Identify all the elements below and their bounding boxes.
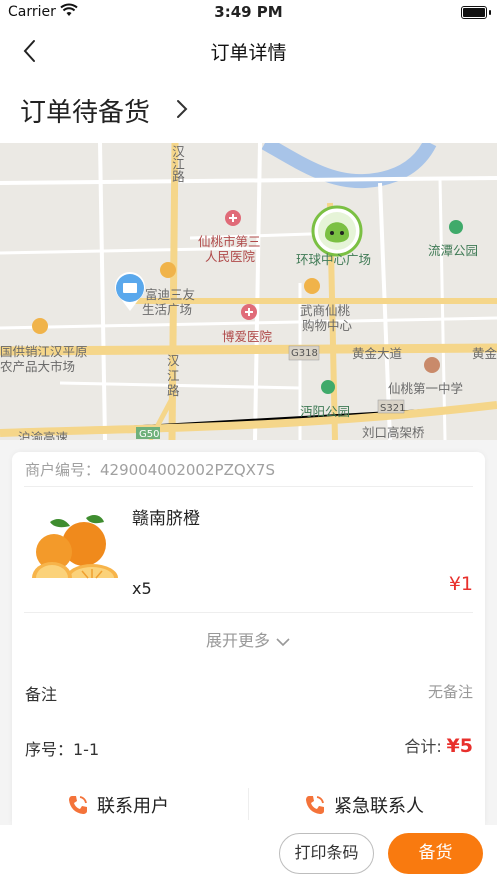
map-label: 汉江路	[170, 145, 185, 183]
bottom-action-bar: 打印条码 备货	[0, 825, 497, 883]
order-card: 商户编号：429004002002PZQX7S 赣南脐橙 x5 ¥1 展开更多 …	[12, 452, 485, 825]
clock: 3:49 PM	[214, 3, 283, 21]
order-status-text: 订单待备货	[20, 98, 151, 128]
nav-bar: 订单详情	[0, 26, 497, 76]
emergency-contact-button[interactable]: 紧急联系人	[304, 787, 424, 823]
map-label: 沪渝高速	[18, 430, 69, 440]
prepare-stock-button[interactable]: 备货	[388, 833, 483, 874]
map-label: 国供销江汉平原	[0, 344, 88, 359]
contact-user-button[interactable]: 联系用户	[67, 787, 169, 823]
phone-icon	[69, 796, 87, 814]
map-label: 沔阳公园	[300, 404, 351, 419]
chevron-right-icon	[177, 100, 188, 118]
map-label: 路	[167, 383, 180, 398]
order-total: 合计: ¥5	[404, 733, 473, 757]
expand-more-label: 展开更多	[205, 631, 270, 650]
contact-user-label: 联系用户	[97, 796, 169, 817]
product-image	[32, 515, 118, 579]
delivery-map[interactable]: 汉江路 仙桃市第三 人民医院 流潭公园 环球中心广场 富迪三友 生活广场 武商仙…	[0, 143, 497, 440]
map-label: 江	[167, 368, 180, 383]
map-label: 博爱医院	[222, 329, 273, 344]
status-bar: Carrier 3:49 PM	[0, 0, 497, 26]
total-label: 合计:	[404, 737, 442, 756]
map-label: 武商仙桃	[300, 303, 351, 318]
print-barcode-button[interactable]: 打印条码	[279, 833, 374, 874]
chevron-down-icon	[276, 637, 290, 646]
map-label: 黄金大道	[352, 346, 403, 361]
emergency-contact-label: 紧急联系人	[334, 796, 424, 817]
merchant-id: 商户编号：429004002002PZQX7S	[25, 461, 275, 479]
map-label: 刘口高架桥	[362, 425, 425, 440]
map-label: S321	[380, 403, 406, 414]
map-label: 环球中心广场	[296, 252, 372, 267]
map-label: 购物中心	[302, 318, 353, 333]
map-label: G50	[139, 429, 160, 440]
phone-icon	[306, 796, 324, 814]
expand-more-button[interactable]: 展开更多	[12, 627, 485, 651]
map-label: 人民医院	[205, 249, 256, 264]
map-label: 黄金	[472, 346, 497, 361]
page-title: 订单详情	[210, 42, 287, 64]
map-label: 农产品大市场	[0, 359, 76, 374]
map-label: 流潭公园	[428, 243, 479, 258]
remark-label: 备注	[25, 685, 58, 704]
product-price: ¥1	[448, 573, 473, 595]
battery-icon	[461, 6, 487, 19]
map-label: 生活广场	[142, 302, 193, 317]
order-status-header[interactable]: 订单待备货	[0, 76, 497, 143]
map-label: 仙桃第一中学	[388, 381, 464, 396]
remark-value: 无备注	[427, 683, 473, 701]
product-name: 赣南脐橙	[132, 509, 200, 529]
map-label: 富迪三友	[145, 287, 196, 302]
map-label: 汉	[167, 353, 180, 368]
map-label: 仙桃市第三	[198, 234, 261, 249]
product-quantity: x5	[132, 579, 152, 598]
sequence-number: 序号：1-1	[25, 740, 100, 759]
map-label: G318	[291, 348, 318, 359]
total-value: ¥5	[446, 735, 473, 757]
